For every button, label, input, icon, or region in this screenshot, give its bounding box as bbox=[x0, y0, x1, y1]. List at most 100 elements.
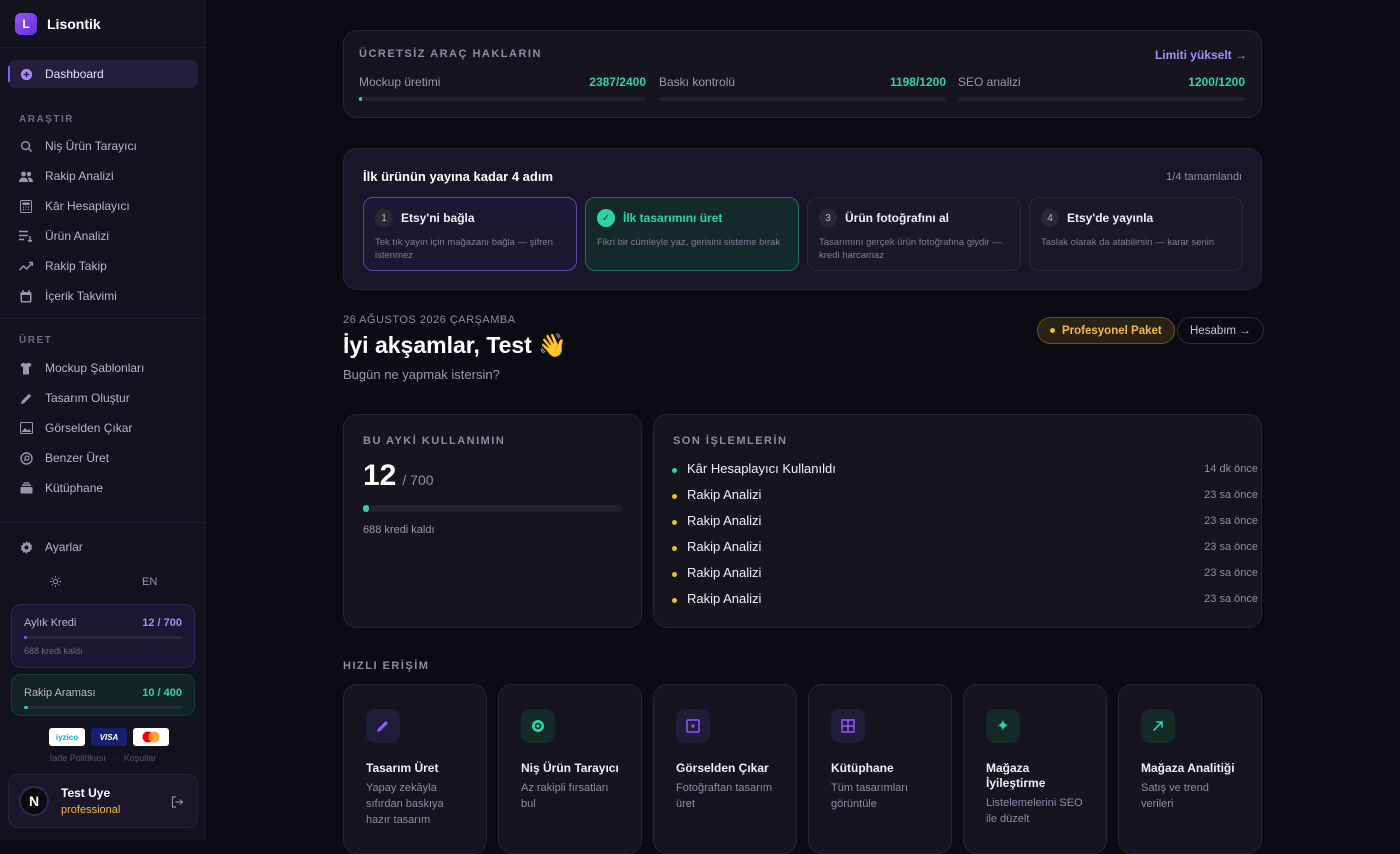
quick-access-desc: Listelemelerini SEO ile düzelt bbox=[986, 797, 1083, 825]
theme-language-row: EN bbox=[0, 572, 206, 592]
status-dot bbox=[672, 572, 677, 577]
terms-link[interactable]: Koşullar bbox=[124, 753, 157, 763]
quick-access-store-optimization[interactable]: ✦ Mağaza İyileştirme Listelemelerini SEO… bbox=[963, 684, 1107, 854]
quick-access-title-text: Mağaza İyileştirme bbox=[986, 761, 1046, 790]
step-description: Tek tık yayın için mağazanı bağla — şifr… bbox=[375, 237, 553, 261]
trending-up-icon bbox=[19, 259, 33, 273]
sidebar-item-label: Kâr Hesaplayıcı bbox=[45, 199, 130, 213]
sidebar-item-product-analysis[interactable]: Ürün Analizi bbox=[8, 222, 198, 250]
quick-access-title-text: Mağaza Analitiği bbox=[1141, 761, 1235, 775]
plan-badge[interactable]: Profesyonel Paket bbox=[1037, 317, 1175, 344]
quick-access-niche-scanner[interactable]: Niş Ürün Tarayıcı Az rakipli fırsatları … bbox=[498, 684, 642, 854]
sidebar-item-settings[interactable]: Ayarlar bbox=[8, 533, 198, 561]
free-tool-quota-card: ÜCRETSİZ ARAÇ HAKLARIN Limiti yükselt → … bbox=[343, 30, 1262, 118]
quota-print-check: Baskı kontrolü 1198/1200 bbox=[659, 75, 946, 101]
sidebar-item-label: Rakip Analizi bbox=[45, 169, 114, 183]
quick-access-extract-image[interactable]: Görselden Çıkar Fotoğraftan tasarım üret bbox=[653, 684, 797, 854]
sidebar-item-label: Dashboard bbox=[45, 67, 104, 81]
section-label-research: ARAŞTIR bbox=[19, 114, 74, 125]
sidebar-divider bbox=[0, 522, 206, 523]
onboarding-step-product-photo[interactable]: 3 Ürün fotoğrafını al Tasarımını gerçek ü… bbox=[807, 197, 1021, 271]
sidebar-item-profit-calculator[interactable]: Kâr Hesaplayıcı bbox=[8, 192, 198, 220]
quota-value: 1200/1200 bbox=[1188, 75, 1245, 89]
sidebar-item-label: Tasarım Oluştur bbox=[45, 391, 130, 405]
usage-bar bbox=[363, 505, 622, 512]
sidebar-item-label: Rakip Takip bbox=[45, 259, 107, 273]
step-title: İlk tasarımını üret bbox=[623, 211, 723, 225]
image-search-icon bbox=[19, 451, 33, 465]
users-icon bbox=[19, 169, 33, 183]
sidebar-item-extract-from-image[interactable]: Görselden Çıkar bbox=[8, 414, 198, 442]
user-card[interactable]: N Test Uye professional bbox=[8, 774, 198, 828]
stack-icon bbox=[19, 481, 33, 495]
list-sort-icon bbox=[19, 229, 33, 243]
sidebar-item-competitor-analysis[interactable]: Rakip Analizi bbox=[8, 162, 198, 190]
quota-seo: SEO analizi 1200/1200 bbox=[958, 75, 1245, 101]
recent-activity-row[interactable]: Rakip Analizi 23 sa önce bbox=[672, 513, 1258, 528]
onboarding-step-connect-etsy[interactable]: 1 Etsy'ni bağla Tek tık yayın için mağaza… bbox=[363, 197, 577, 271]
recent-activity-row[interactable]: Kâr Hesaplayıcı Kullanıldı 14 dk önce bbox=[672, 461, 1258, 476]
account-button[interactable]: Hesabım → bbox=[1177, 317, 1264, 344]
sidebar-item-competitor-tracking[interactable]: Rakip Takip bbox=[8, 252, 198, 280]
recent-activity-label: Rakip Analizi bbox=[687, 591, 762, 606]
calculator-icon bbox=[19, 199, 33, 213]
sidebar-item-create-design[interactable]: Tasarım Oluştur bbox=[8, 384, 198, 412]
quick-access-create-design[interactable]: Tasarım Üret Yapay zekâyla sıfırdan bask… bbox=[343, 684, 487, 854]
recent-activity-row[interactable]: Rakip Analizi 23 sa önce bbox=[672, 565, 1258, 580]
competitor-search-label: Rakip Araması bbox=[24, 687, 96, 699]
onboarding-step-first-design[interactable]: ✓ İlk tasarımını üret Fikri bir cümleyle … bbox=[585, 197, 799, 271]
recent-activity-row[interactable]: Rakip Analizi 23 sa önce bbox=[672, 591, 1258, 606]
quota-value: 2387/2400 bbox=[589, 75, 646, 89]
usage-fill bbox=[363, 505, 369, 512]
quota-bar bbox=[659, 97, 946, 101]
recent-activity-time: 23 sa önce bbox=[1204, 514, 1258, 527]
legal-links: İade Politikası · Koşullar bbox=[0, 753, 206, 763]
competitor-search-bar bbox=[24, 706, 182, 709]
monthly-usage-card: BU AYKİ KULLANIMIN 12 / 700 688 kredi ka… bbox=[343, 414, 642, 628]
step-number: 1 bbox=[375, 209, 393, 227]
quick-access-title-text: Görselden Çıkar bbox=[676, 761, 769, 775]
recent-activity-row[interactable]: Rakip Analizi 23 sa önce bbox=[672, 487, 1258, 502]
step-description: Taslak olarak da atabilirsin — karar sen… bbox=[1041, 237, 1215, 248]
refund-policy-link[interactable]: İade Politikası bbox=[50, 753, 106, 763]
quick-access-store-analytics[interactable]: Mağaza Analitiği Satış ve trend verileri bbox=[1118, 684, 1262, 854]
logout-icon[interactable] bbox=[171, 795, 184, 813]
sidebar-item-niche-scanner[interactable]: Niş Ürün Tarayıcı bbox=[8, 132, 198, 160]
recent-activity-time: 23 sa önce bbox=[1204, 566, 1258, 579]
sparkle-icon: ✦ bbox=[986, 709, 1020, 743]
visa-logo: VISA bbox=[91, 728, 127, 746]
upgrade-limit-link[interactable]: Limiti yükselt → bbox=[1155, 48, 1247, 62]
recent-activity-row[interactable]: Rakip Analizi 23 sa önce bbox=[672, 539, 1258, 554]
quota-bar bbox=[359, 97, 646, 101]
quick-access-library[interactable]: Kütüphane Tüm tasarımları görüntüle bbox=[808, 684, 952, 854]
recent-activity-time: 23 sa önce bbox=[1204, 540, 1258, 553]
sun-icon[interactable] bbox=[50, 576, 61, 590]
onboarding-title: İlk ürünün yayına kadar 4 adım bbox=[363, 169, 554, 184]
quick-access-title: HIZLI ERİŞİM bbox=[343, 660, 430, 672]
sidebar-item-content-calendar[interactable]: İçerik Takvimi bbox=[8, 282, 198, 310]
quota-bar bbox=[958, 97, 1245, 101]
sidebar-item-dashboard[interactable]: Dashboard bbox=[8, 60, 198, 88]
extract-icon bbox=[676, 709, 710, 743]
monthly-credit-fill bbox=[24, 636, 27, 639]
language-toggle[interactable]: EN bbox=[142, 576, 157, 588]
onboarding-step-publish[interactable]: 4 Etsy'de yayınla Taslak olarak da atabil… bbox=[1029, 197, 1243, 271]
monthly-credit-box: Aylık Kredi 12 / 700 688 kredi kaldı bbox=[11, 604, 195, 668]
quick-access-desc: Yapay zekâyla sıfırdan baskıya hazır tas… bbox=[366, 782, 444, 826]
avatar: N bbox=[19, 786, 49, 816]
competitor-search-fill bbox=[24, 706, 28, 709]
sidebar-item-library[interactable]: Kütüphane bbox=[8, 474, 198, 502]
brand[interactable]: L Lisontik bbox=[0, 0, 205, 48]
sidebar-item-mockup-templates[interactable]: Mockup Şablonları bbox=[8, 354, 198, 382]
quota-label: Baskı kontrolü bbox=[659, 75, 736, 89]
greeting-title: İyi akşamlar, Test 👋 bbox=[343, 332, 567, 358]
quota-mockup: Mockup üretimi 2387/2400 bbox=[359, 75, 646, 101]
usage-remaining: 688 kredi kaldı bbox=[363, 524, 435, 536]
sidebar-item-label: Benzer Üret bbox=[45, 451, 110, 465]
sidebar-item-generate-similar[interactable]: Benzer Üret bbox=[8, 444, 198, 472]
monthly-credit-label: Aylık Kredi bbox=[24, 617, 77, 629]
status-dot bbox=[1050, 328, 1055, 333]
recent-activity-time: 14 dk önce bbox=[1204, 462, 1258, 475]
competitor-search-value: 10 / 400 bbox=[142, 687, 182, 699]
recent-activity-time: 23 sa önce bbox=[1204, 488, 1258, 501]
